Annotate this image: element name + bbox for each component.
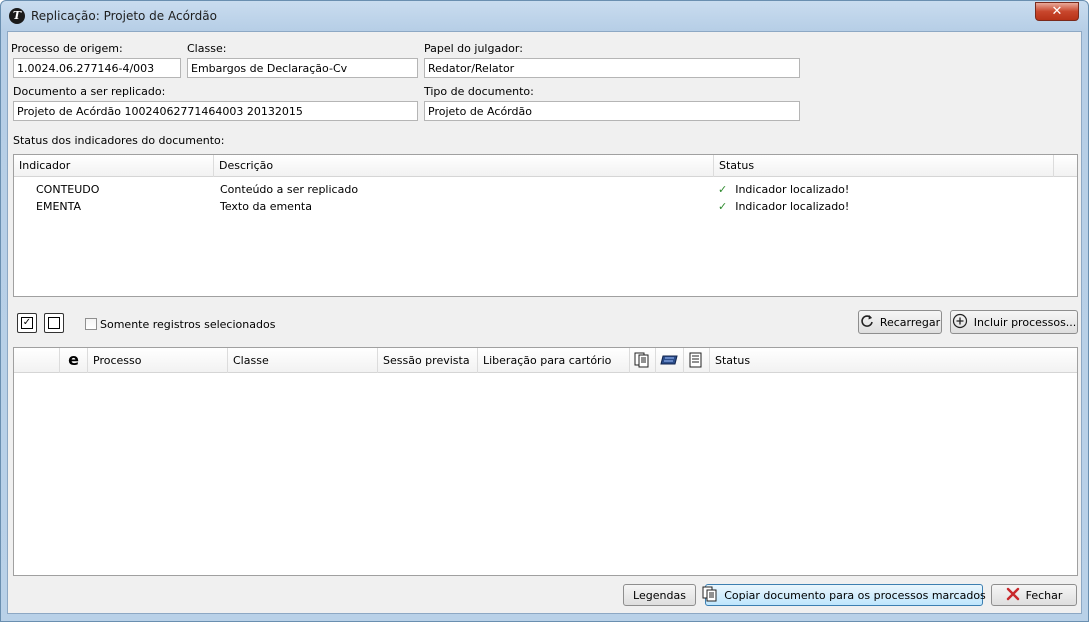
title-bar[interactable]: T Replicação: Projeto de Acórdão ✕ (1, 1, 1088, 31)
fechar-button[interactable]: Fechar (991, 584, 1077, 606)
copiar-documento-button[interactable]: Copiar documento para os processos marca… (702, 584, 986, 606)
descricao-cell: Conteúdo a ser replicado (220, 183, 359, 196)
tipo-documento-label: Tipo de documento: (424, 85, 534, 98)
refresh-icon (860, 314, 874, 331)
window-close-button[interactable]: ✕ (1035, 2, 1079, 21)
copiar-documento-label: Copiar documento para os processos marca… (724, 588, 986, 602)
somente-selecionados-label[interactable]: Somente registros selecionados (100, 318, 275, 331)
col-processo[interactable]: Processo (88, 348, 228, 373)
processo-origem-label: Processo de origem: (11, 42, 123, 55)
col-descricao[interactable]: Descrição (214, 155, 714, 177)
col-documents-icon[interactable] (630, 348, 656, 373)
processes-grid: e Processo Classe Sessão prevista Libera… (13, 347, 1078, 576)
check-icon: ✓ (718, 200, 728, 213)
documento-field[interactable]: Projeto de Acórdão 10024062771464003 201… (13, 101, 418, 121)
fechar-label: Fechar (1025, 588, 1063, 602)
col-document-icon[interactable] (684, 348, 710, 373)
col-indicador[interactable]: Indicador (14, 155, 214, 177)
add-circle-icon (952, 313, 968, 332)
indicators-grid: Indicador Descrição Status CONTEUDO Cont… (13, 154, 1078, 297)
documents-icon (634, 352, 649, 368)
col-status[interactable]: Status (714, 155, 1054, 177)
dialog-window: T Replicação: Projeto de Acórdão ✕ Proce… (0, 0, 1089, 622)
status-text: Indicador localizado! (735, 183, 850, 196)
window-title: Replicação: Projeto de Acórdão (31, 9, 217, 23)
indicator-row[interactable]: CONTEUDO Conteúdo a ser replicado ✓ Indic… (14, 181, 1077, 198)
empty-box-icon (48, 317, 60, 329)
status-cell: ✓ Indicador localizado! (718, 181, 849, 198)
app-logo-icon: T (9, 8, 25, 24)
status-indicadores-label: Status dos indicadores do documento: (13, 134, 225, 147)
document-icon (689, 352, 702, 368)
col-sessao-prevista[interactable]: Sessão prevista (378, 348, 478, 373)
indicador-cell: EMENTA (36, 200, 82, 213)
papel-julgador-label: Papel do julgador: (424, 42, 523, 55)
copy-document-icon (702, 586, 718, 605)
classe-field[interactable]: Embargos de Declaração-Cv (187, 58, 418, 78)
uncheck-all-button[interactable] (44, 313, 64, 333)
classe-label: Classe: (187, 42, 227, 55)
col-classe[interactable]: Classe (228, 348, 378, 373)
col-status[interactable]: Status (710, 348, 1079, 373)
legendas-label: Legendas (633, 588, 686, 602)
check-icon: ✓ (718, 183, 728, 196)
indicador-cell: CONTEUDO (36, 183, 100, 196)
col-liberacao[interactable]: Liberação para cartório (478, 348, 630, 373)
documento-label: Documento a ser replicado: (13, 85, 166, 98)
incluir-processos-label: Incluir processos... (973, 315, 1077, 329)
status-cell: ✓ Indicador localizado! (718, 198, 849, 215)
col-stamp-icon[interactable] (656, 348, 684, 373)
somente-selecionados-checkbox[interactable] (85, 318, 97, 330)
recarregar-label: Recarregar (879, 315, 941, 329)
papel-julgador-field[interactable]: Redator/Relator (424, 58, 800, 78)
dialog-body: Processo de origem: 1.0024.06.277146-4/0… (7, 31, 1082, 614)
legendas-button[interactable]: Legendas (623, 584, 696, 606)
descricao-cell: Texto da ementa (220, 200, 312, 213)
processo-origem-field[interactable]: 1.0024.06.277146-4/003 (13, 58, 181, 78)
stamp-icon (660, 355, 678, 365)
check-all-button[interactable]: ✓ (17, 313, 37, 333)
indicator-row[interactable]: EMENTA Texto da ementa ✓ Indicador locali… (14, 198, 1077, 215)
close-x-icon (1006, 587, 1020, 604)
processes-header: e Processo Classe Sessão prevista Libera… (14, 348, 1077, 373)
col-select[interactable] (14, 348, 60, 373)
status-text: Indicador localizado! (735, 200, 850, 213)
recarregar-button[interactable]: Recarregar (858, 310, 942, 334)
tipo-documento-field[interactable]: Projeto de Acórdão (424, 101, 800, 121)
indicators-header: Indicador Descrição Status (14, 155, 1077, 177)
incluir-processos-button[interactable]: Incluir processos... (950, 310, 1078, 334)
checked-box-icon: ✓ (21, 317, 33, 329)
col-e-icon[interactable]: e (60, 348, 88, 373)
